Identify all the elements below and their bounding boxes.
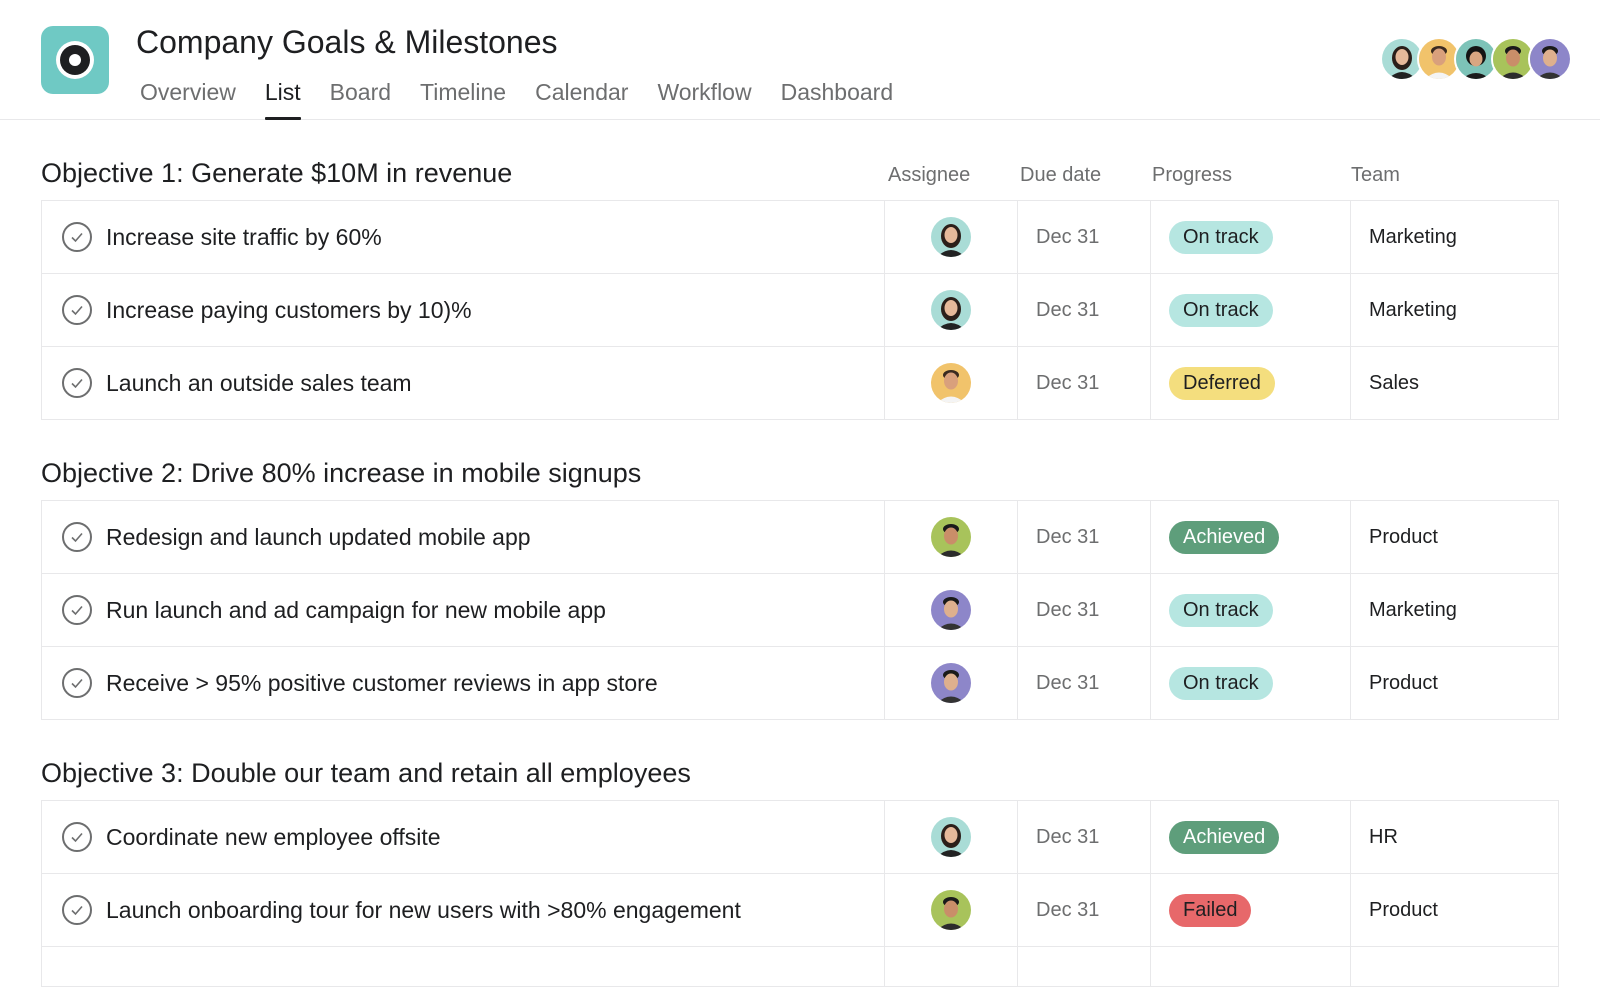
status-badge[interactable]: On track bbox=[1169, 666, 1273, 700]
column-header-assignee: Assignee bbox=[888, 164, 971, 186]
task-name[interactable]: Coordinate new employee offsite bbox=[106, 824, 441, 851]
team-label[interactable]: Product bbox=[1369, 672, 1438, 695]
status-badge[interactable]: Achieved bbox=[1169, 820, 1280, 854]
tab-dashboard[interactable]: Dashboard bbox=[781, 76, 894, 120]
team-label[interactable]: Sales bbox=[1369, 372, 1419, 395]
assignee-avatar[interactable] bbox=[931, 517, 971, 557]
objective-section: Objective 2: Drive 80% increase in mobil… bbox=[41, 458, 1559, 728]
assignee-avatar[interactable] bbox=[931, 890, 971, 930]
objective-section: Objective 1: Generate $10M in revenue As… bbox=[41, 158, 1559, 428]
column-header-progress: Progress bbox=[1152, 164, 1233, 186]
task-table: Redesign and launch updated mobile app D… bbox=[41, 500, 1559, 720]
tab-timeline[interactable]: Timeline bbox=[420, 76, 506, 120]
project-header: Company Goals & Milestones Overview List… bbox=[0, 0, 1600, 120]
status-badge[interactable]: Deferred bbox=[1169, 366, 1275, 400]
table-row[interactable]: Receive > 95% positive customer reviews … bbox=[42, 647, 1558, 720]
task-cell: Receive > 95% positive customer reviews … bbox=[42, 647, 885, 719]
tab-overview[interactable]: Overview bbox=[140, 76, 236, 120]
table-row[interactable]: Run launch and ad campaign for new mobil… bbox=[42, 574, 1558, 647]
due-date[interactable]: Dec 31 bbox=[1036, 372, 1099, 395]
column-header-due-date: Due date bbox=[1020, 164, 1102, 186]
task-name[interactable]: Redesign and launch updated mobile app bbox=[106, 524, 531, 551]
tab-workflow[interactable]: Workflow bbox=[657, 76, 751, 120]
team-label[interactable]: Product bbox=[1369, 526, 1438, 549]
task-cell: Launch onboarding tour for new users wit… bbox=[42, 874, 885, 946]
status-badge[interactable]: On track bbox=[1169, 293, 1273, 327]
task-name[interactable]: Run launch and ad campaign for new mobil… bbox=[106, 597, 606, 624]
status-badge[interactable]: Achieved bbox=[1169, 520, 1280, 554]
status-badge[interactable]: On track bbox=[1169, 593, 1273, 627]
team-label[interactable]: Marketing bbox=[1369, 226, 1457, 249]
check-circle-icon[interactable] bbox=[62, 668, 92, 698]
assignee-avatar[interactable] bbox=[931, 363, 971, 403]
due-date[interactable]: Dec 31 bbox=[1036, 826, 1099, 849]
assignee-avatar[interactable] bbox=[931, 590, 971, 630]
due-date[interactable]: Dec 31 bbox=[1036, 526, 1099, 549]
due-date[interactable]: Dec 31 bbox=[1036, 672, 1099, 695]
member-avatar[interactable] bbox=[1528, 37, 1572, 81]
objective-title[interactable]: Objective 3: Double our team and retain … bbox=[41, 758, 691, 789]
table-row-partial[interactable] bbox=[42, 947, 1558, 987]
status-badge[interactable]: On track bbox=[1169, 220, 1273, 254]
objective-title[interactable]: Objective 1: Generate $10M in revenue bbox=[41, 158, 512, 189]
assignee-avatar[interactable] bbox=[931, 290, 971, 330]
due-date[interactable]: Dec 31 bbox=[1036, 599, 1099, 622]
table-row[interactable]: Redesign and launch updated mobile app D… bbox=[42, 501, 1558, 574]
project-title: Company Goals & Milestones bbox=[136, 24, 558, 60]
table-row[interactable]: Coordinate new employee offsite Dec 31 A… bbox=[42, 801, 1558, 874]
check-circle-icon[interactable] bbox=[62, 595, 92, 625]
team-label[interactable]: Marketing bbox=[1369, 299, 1457, 322]
tab-calendar[interactable]: Calendar bbox=[535, 76, 628, 120]
task-name[interactable]: Receive > 95% positive customer reviews … bbox=[106, 670, 658, 697]
table-row[interactable]: Increase site traffic by 60% Dec 31 On t… bbox=[42, 201, 1558, 274]
table-row[interactable]: Increase paying customers by 10)% Dec 31… bbox=[42, 274, 1558, 347]
check-circle-icon[interactable] bbox=[62, 368, 92, 398]
task-name[interactable]: Increase paying customers by 10)% bbox=[106, 297, 472, 324]
project-logo-icon[interactable] bbox=[41, 26, 109, 94]
team-label[interactable]: Product bbox=[1369, 899, 1438, 922]
task-name[interactable]: Launch an outside sales team bbox=[106, 370, 412, 397]
objective-title[interactable]: Objective 2: Drive 80% increase in mobil… bbox=[41, 458, 641, 489]
check-circle-icon[interactable] bbox=[62, 222, 92, 252]
task-cell: Launch an outside sales team bbox=[42, 347, 885, 419]
objective-section: Objective 3: Double our team and retain … bbox=[41, 758, 1559, 987]
due-date[interactable]: Dec 31 bbox=[1036, 299, 1099, 322]
task-name[interactable]: Launch onboarding tour for new users wit… bbox=[106, 897, 741, 924]
task-cell: Increase site traffic by 60% bbox=[42, 201, 885, 273]
check-circle-icon[interactable] bbox=[62, 295, 92, 325]
task-table: Coordinate new employee offsite Dec 31 A… bbox=[41, 800, 1559, 987]
task-cell: Increase paying customers by 10)% bbox=[42, 274, 885, 346]
team-label[interactable]: Marketing bbox=[1369, 599, 1457, 622]
task-cell: Redesign and launch updated mobile app bbox=[42, 501, 885, 573]
assignee-avatar[interactable] bbox=[931, 217, 971, 257]
view-tabs: Overview List Board Timeline Calendar Wo… bbox=[140, 76, 893, 120]
check-circle-icon[interactable] bbox=[62, 822, 92, 852]
status-badge[interactable]: Failed bbox=[1169, 893, 1252, 927]
table-row[interactable]: Launch an outside sales team Dec 31 Defe… bbox=[42, 347, 1558, 420]
check-circle-icon[interactable] bbox=[62, 522, 92, 552]
assignee-avatar[interactable] bbox=[931, 663, 971, 703]
task-cell: Coordinate new employee offsite bbox=[42, 801, 885, 873]
table-row[interactable]: Launch onboarding tour for new users wit… bbox=[42, 874, 1558, 947]
task-cell: Run launch and ad campaign for new mobil… bbox=[42, 574, 885, 646]
column-header-team: Team bbox=[1351, 164, 1400, 186]
tab-list[interactable]: List bbox=[264, 76, 301, 120]
due-date[interactable]: Dec 31 bbox=[1036, 899, 1099, 922]
due-date[interactable]: Dec 31 bbox=[1036, 226, 1099, 249]
check-circle-icon[interactable] bbox=[62, 895, 92, 925]
task-table: Increase site traffic by 60% Dec 31 On t… bbox=[41, 200, 1559, 420]
tab-board[interactable]: Board bbox=[330, 76, 391, 120]
team-label[interactable]: HR bbox=[1369, 826, 1398, 849]
project-members[interactable] bbox=[1380, 37, 1572, 81]
assignee-avatar[interactable] bbox=[931, 817, 971, 857]
task-name[interactable]: Increase site traffic by 60% bbox=[106, 224, 382, 251]
